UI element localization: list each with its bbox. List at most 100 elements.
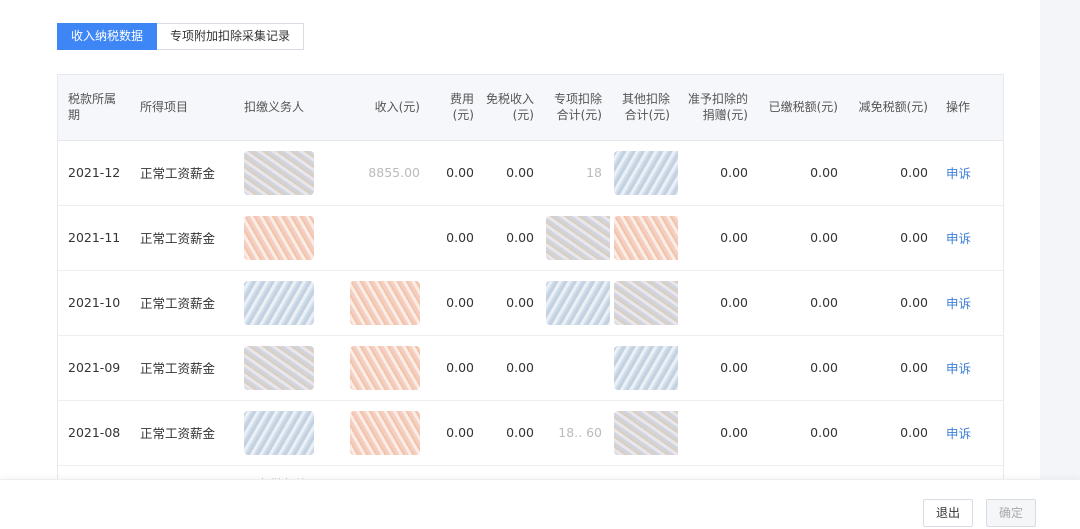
cell-special-redacted: [542, 270, 610, 335]
header-income: 收入(元): [344, 75, 428, 141]
cell-other-redacted: [610, 400, 678, 465]
cell-special: 18.. 60: [558, 425, 602, 440]
table-row: 2021-10 正常工资薪金 0.00 0.00 0.00 0.00 0.00 …: [58, 270, 1003, 335]
cell-donation: 0.00: [720, 230, 748, 245]
header-donation: 准予扣除的捐赠(元): [678, 75, 756, 141]
cell-item: 正常工资薪金: [140, 231, 216, 246]
cell-cost: 0.00: [446, 360, 474, 375]
table-row: 2021-08 正常工资薪金 0.00 0.00 18.. 60 0.00 0.…: [58, 400, 1003, 465]
redaction-mark: [614, 410, 678, 455]
cell-income: [344, 205, 428, 270]
cell-donation: 0.00: [720, 425, 748, 440]
appeal-link[interactable]: 申诉: [946, 296, 971, 311]
tab-bar: 收入纳税数据 专项附加扣除采集记录: [57, 23, 305, 50]
header-reduced: 减免税额(元): [846, 75, 936, 141]
cell-item: 正常工资薪金: [140, 361, 216, 376]
cell-income: 8855.00: [368, 165, 420, 180]
cell-paid: 0.00: [810, 165, 838, 180]
table-row: 2021-11 正常工资薪金 0.00 0.00 0.00 0.00 0.00 …: [58, 205, 1003, 270]
header-special: 专项扣除合计(元): [542, 75, 610, 141]
cell-income-redacted: [344, 400, 428, 465]
cell-other-redacted: [610, 140, 678, 205]
cell-reduced: 0.00: [900, 295, 928, 310]
cell-period: 2021-08: [68, 425, 121, 440]
redaction-mark: [244, 150, 314, 195]
cell-reduced: 0.00: [900, 165, 928, 180]
cell-taxfree: 0.00: [506, 425, 534, 440]
cell-taxfree: 0.00: [506, 360, 534, 375]
cell-period: 2021-10: [68, 295, 121, 310]
cell-reduced: 0.00: [900, 230, 928, 245]
cell-period: 2021-12: [68, 165, 121, 180]
main-panel: 收入纳税数据 专项附加扣除采集记录 税款所属期 所得项目 扣缴义务人 收入(元)…: [0, 0, 1040, 529]
redaction-mark: [546, 215, 610, 260]
redaction-mark: [546, 280, 610, 325]
header-other: 其他扣除合计(元): [610, 75, 678, 141]
cell-withholder-redacted: [234, 205, 344, 270]
exit-button[interactable]: 退出: [923, 499, 974, 527]
cell-period: 2021-11: [68, 230, 121, 245]
cell-withholder-redacted: [234, 270, 344, 335]
cell-reduced: 0.00: [900, 425, 928, 440]
footer-bar: 退出 确定: [0, 479, 1080, 529]
cell-special: [542, 335, 610, 400]
cell-taxfree: 0.00: [506, 230, 534, 245]
cell-income-redacted: [344, 270, 428, 335]
cell-income-redacted: [344, 335, 428, 400]
cell-paid: 0.00: [810, 295, 838, 310]
table-row: 2021-09 正常工资薪金 0.00 0.00 0.00 0.00 0.00 …: [58, 335, 1003, 400]
cell-item: 正常工资薪金: [140, 296, 216, 311]
cell-other-redacted: [610, 270, 678, 335]
redaction-mark: [244, 410, 314, 455]
cell-cost: 0.00: [446, 295, 474, 310]
cell-other-redacted: [610, 335, 678, 400]
cell-withholder-redacted: [234, 335, 344, 400]
cell-cost: 0.00: [446, 230, 474, 245]
confirm-button[interactable]: 确定: [986, 499, 1037, 527]
redaction-mark: [244, 215, 314, 260]
appeal-link[interactable]: 申诉: [946, 166, 971, 181]
header-paid: 已缴税额(元): [756, 75, 846, 141]
redaction-mark: [614, 345, 678, 390]
cell-item: 正常工资薪金: [140, 166, 216, 181]
table-row: 2021-12 正常工资薪金 8855.00 0.00 0.00 18 0.00…: [58, 140, 1003, 205]
redaction-mark: [614, 150, 678, 195]
cell-other-redacted: [610, 205, 678, 270]
redaction-mark: [244, 280, 314, 325]
cell-paid: 0.00: [810, 230, 838, 245]
header-action: 操作: [936, 75, 1003, 141]
redaction-mark: [350, 280, 420, 325]
redaction-mark: [350, 345, 420, 390]
redaction-mark: [350, 410, 420, 455]
cell-taxfree: 0.00: [506, 295, 534, 310]
cell-cost: 0.00: [446, 425, 474, 440]
tab-special-deduction-records[interactable]: 专项附加扣除采集记录: [157, 23, 305, 50]
cell-donation: 0.00: [720, 165, 748, 180]
redaction-mark: [614, 215, 678, 260]
tab-income-tax-data[interactable]: 收入纳税数据: [57, 23, 158, 50]
appeal-link[interactable]: 申诉: [946, 361, 971, 376]
cell-cost: 0.00: [446, 165, 474, 180]
appeal-link[interactable]: 申诉: [946, 231, 971, 246]
cell-withholder-redacted: [234, 140, 344, 205]
cell-paid: 0.00: [810, 360, 838, 375]
cell-withholder-redacted: [234, 400, 344, 465]
cell-item: 正常工资薪金: [140, 426, 216, 441]
cell-donation: 0.00: [720, 360, 748, 375]
cell-reduced: 0.00: [900, 360, 928, 375]
cell-taxfree: 0.00: [506, 165, 534, 180]
header-item: 所得项目: [130, 75, 234, 141]
header-taxfree: 免税收入(元): [482, 75, 542, 141]
appeal-link[interactable]: 申诉: [946, 426, 971, 441]
cell-special: 18: [586, 165, 602, 180]
header-period: 税款所属期: [58, 75, 130, 141]
tax-data-table: 税款所属期 所得项目 扣缴义务人 收入(元) 费用(元) 免税收入(元) 专项扣…: [57, 74, 1004, 484]
header-cost: 费用(元): [428, 75, 482, 141]
header-withholder: 扣缴义务人: [234, 75, 344, 141]
redaction-mark: [614, 280, 678, 325]
cell-paid: 0.00: [810, 425, 838, 440]
cell-special-redacted: [542, 205, 610, 270]
redaction-mark: [244, 345, 314, 390]
table-header-row: 税款所属期 所得项目 扣缴义务人 收入(元) 费用(元) 免税收入(元) 专项扣…: [58, 75, 1003, 141]
cell-period: 2021-09: [68, 360, 121, 375]
